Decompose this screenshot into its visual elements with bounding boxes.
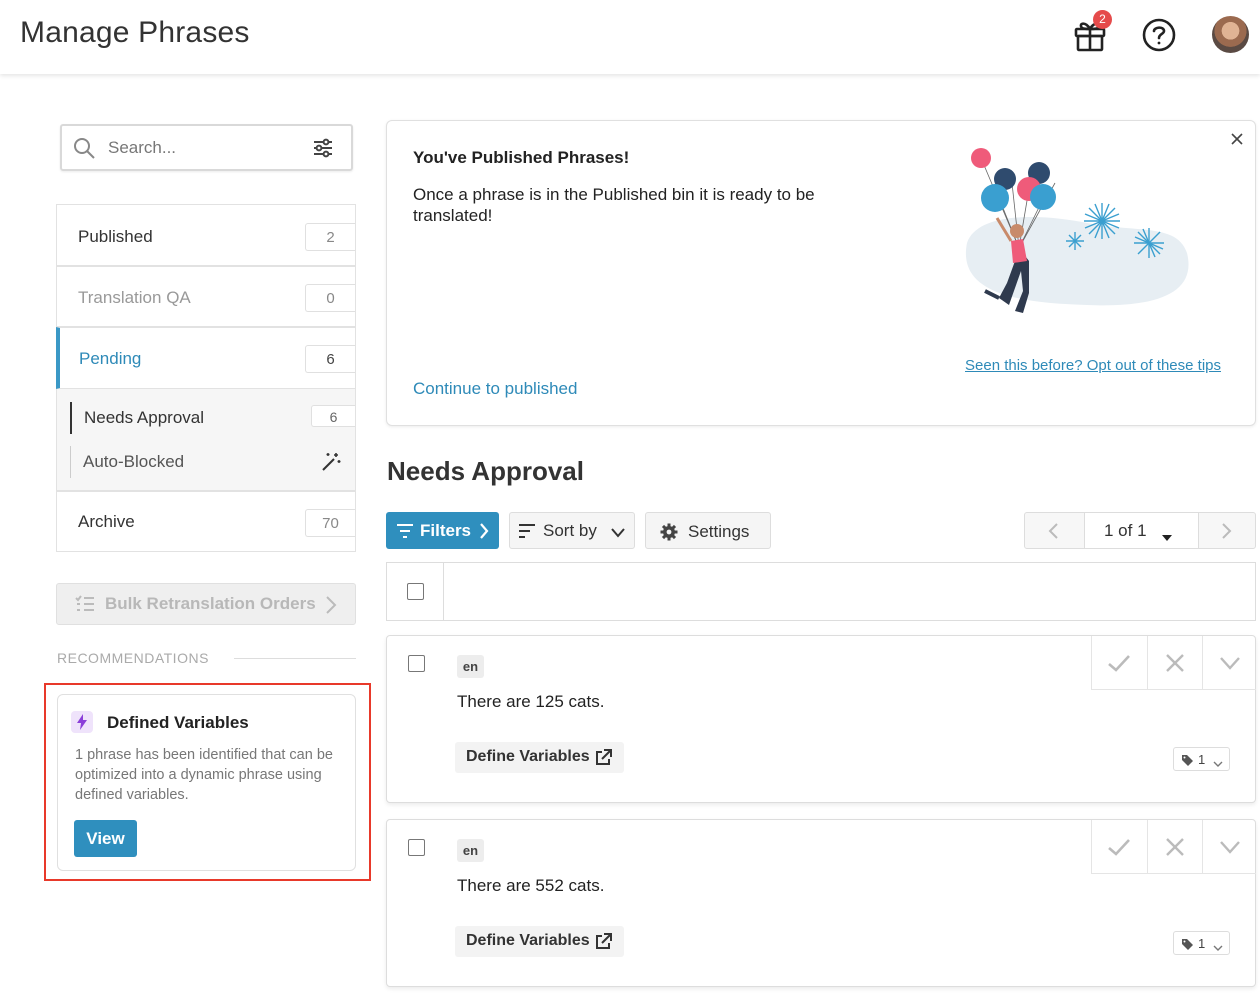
tag-count: 1 xyxy=(1198,752,1206,767)
define-variables-button[interactable]: Define Variables xyxy=(455,926,624,957)
approve-button[interactable] xyxy=(1092,820,1147,873)
bin-count: 70 xyxy=(305,509,355,537)
recommendation-card: Defined Variables 1 phrase has been iden… xyxy=(57,694,356,871)
bulk-retranslation-button[interactable]: Bulk Retranslation Orders xyxy=(56,583,356,625)
row-actions xyxy=(1091,636,1256,690)
bin-pending[interactable]: Pending 6 xyxy=(56,327,356,389)
chevron-down-icon xyxy=(1213,940,1223,955)
tag-dropdown[interactable]: 1 xyxy=(1173,931,1230,955)
bulk-button-label: Bulk Retranslation Orders xyxy=(105,594,316,613)
approve-button[interactable] xyxy=(1092,636,1147,689)
tag-count: 1 xyxy=(1198,936,1206,951)
filters-label: Filters xyxy=(420,521,472,540)
chevron-right-icon xyxy=(479,522,489,545)
sort-by-button[interactable]: Sort by xyxy=(509,512,635,549)
search-box xyxy=(60,124,353,171)
row-actions xyxy=(1091,820,1256,874)
phrase-text[interactable]: There are 125 cats. xyxy=(457,692,604,712)
phrase-text[interactable]: There are 552 cats. xyxy=(457,876,604,896)
external-link-icon xyxy=(595,749,612,771)
gear-icon xyxy=(660,523,678,546)
expand-button[interactable] xyxy=(1202,820,1257,873)
phrase-row: en There are 552 cats. Define Variables … xyxy=(386,819,1256,987)
page-select[interactable]: 1 of 1 xyxy=(1084,512,1199,549)
filter-icon xyxy=(396,523,414,544)
view-button[interactable]: View xyxy=(74,820,137,857)
checklist-icon xyxy=(75,595,95,618)
next-page-button[interactable] xyxy=(1199,513,1256,548)
magic-wand-icon xyxy=(320,451,342,478)
search-icon xyxy=(72,136,96,165)
sub-bin-auto-blocked[interactable]: Auto-Blocked xyxy=(70,446,184,478)
select-all-checkbox[interactable] xyxy=(407,583,424,600)
chevron-right-icon xyxy=(325,595,337,620)
close-icon[interactable] xyxy=(1229,131,1245,152)
continue-to-published-link[interactable]: Continue to published xyxy=(413,379,577,399)
bin-count: 0 xyxy=(305,284,355,312)
recommendation-description: 1 phrase has been identified that can be… xyxy=(75,747,333,803)
page-indicator: 1 of 1 xyxy=(1104,521,1147,540)
sub-bin-needs-approval[interactable]: Needs Approval xyxy=(70,402,204,434)
reject-button[interactable] xyxy=(1147,636,1202,689)
language-badge: en xyxy=(457,655,484,678)
define-variables-label: Define Variables xyxy=(466,932,590,949)
notification-badge: 2 xyxy=(1093,10,1112,29)
expand-button[interactable] xyxy=(1202,636,1257,689)
row-checkbox[interactable] xyxy=(408,839,425,856)
divider xyxy=(234,658,356,659)
tag-icon xyxy=(1181,754,1194,769)
recommendations-heading: RECOMMENDATIONS xyxy=(57,650,209,666)
sort-by-label: Sort by xyxy=(543,521,597,540)
section-title: Needs Approval xyxy=(387,456,584,486)
bin-label: Archive xyxy=(78,512,135,531)
filters-button[interactable]: Filters xyxy=(386,512,499,549)
row-checkbox[interactable] xyxy=(408,655,425,672)
bin-label: Published xyxy=(78,227,153,246)
tip-title: You've Published Phrases! xyxy=(413,148,630,167)
define-variables-label: Define Variables xyxy=(466,748,590,765)
lightning-bolt-icon xyxy=(71,711,93,733)
divider xyxy=(443,563,444,620)
tag-icon xyxy=(1181,938,1194,953)
pagination: 1 of 1 xyxy=(1024,512,1256,549)
pending-sub-bins: Needs Approval 6 Auto-Blocked xyxy=(56,389,356,491)
avatar[interactable] xyxy=(1212,16,1249,53)
settings-label: Settings xyxy=(688,522,750,541)
opt-out-link[interactable]: Seen this before? Opt out of these tips xyxy=(965,357,1221,374)
define-variables-button[interactable]: Define Variables xyxy=(455,742,624,773)
prev-page-button[interactable] xyxy=(1025,513,1084,548)
bin-published[interactable]: Published 2 xyxy=(56,204,356,266)
reject-button[interactable] xyxy=(1147,820,1202,873)
tag-dropdown[interactable]: 1 xyxy=(1173,747,1230,771)
bin-label: Pending xyxy=(79,349,142,368)
chevron-down-icon xyxy=(1213,756,1223,771)
help-icon[interactable] xyxy=(1141,17,1177,53)
bin-count: 2 xyxy=(305,223,355,251)
sort-icon xyxy=(518,523,536,544)
caret-down-icon xyxy=(1161,527,1173,547)
search-input[interactable] xyxy=(108,136,308,160)
settings-button[interactable]: Settings xyxy=(645,512,771,549)
recommendation-title: Defined Variables xyxy=(107,713,249,732)
select-all-bar xyxy=(386,562,1256,621)
sub-bin-count: 6 xyxy=(311,405,355,427)
page-title: Manage Phrases xyxy=(20,16,250,49)
chevron-down-icon xyxy=(610,524,626,544)
celebration-illustration xyxy=(957,143,1217,343)
bin-archive[interactable]: Archive 70 xyxy=(56,491,356,552)
bin-count: 6 xyxy=(305,345,355,373)
phrase-row: en There are 125 cats. Define Variables … xyxy=(386,635,1256,803)
top-bar: Manage Phrases 2 xyxy=(0,0,1260,74)
filter-sliders-icon[interactable] xyxy=(312,137,334,164)
bin-label: Translation QA xyxy=(78,288,191,307)
bin-translation-qa[interactable]: Translation QA 0 xyxy=(56,266,356,327)
language-badge: en xyxy=(457,839,484,862)
tip-panel: You've Published Phrases! Once a phrase … xyxy=(386,120,1256,426)
tip-body: Once a phrase is in the Published bin it… xyxy=(413,185,815,225)
external-link-icon xyxy=(595,933,612,955)
